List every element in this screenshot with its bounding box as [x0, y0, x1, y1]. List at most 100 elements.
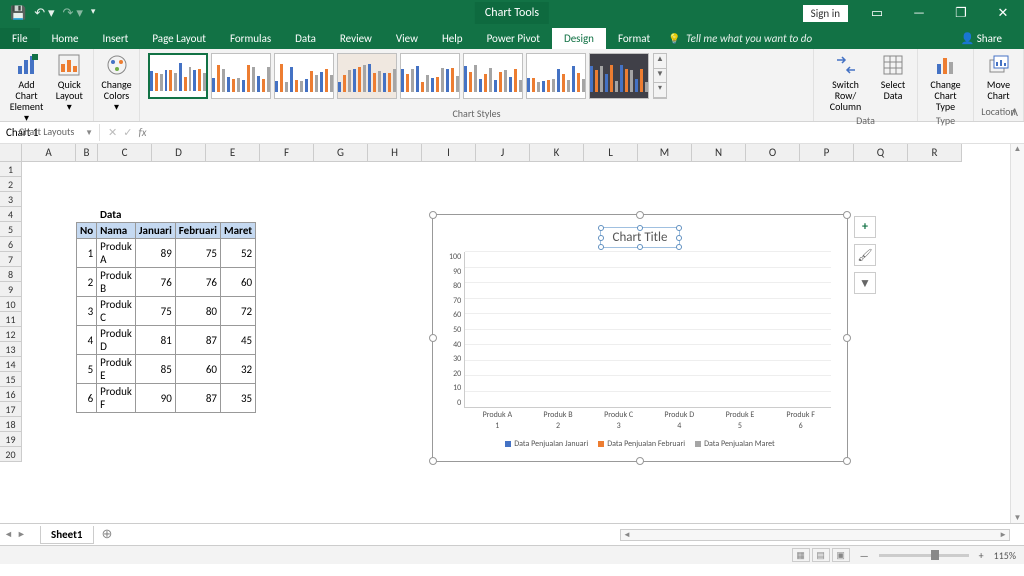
zoom-out-button[interactable]: —	[860, 549, 869, 562]
chart-legend[interactable]: Data Penjualan Januari Data Penjualan Feb…	[441, 431, 839, 453]
ribbon-display-icon[interactable]: ▭	[856, 6, 898, 21]
tab-power-pivot[interactable]: Power Pivot	[475, 28, 552, 49]
save-icon[interactable]: 💾	[10, 6, 26, 21]
row-header-19[interactable]: 19	[0, 432, 22, 447]
change-colors-button[interactable]: Change Colors ▾	[95, 51, 137, 114]
row-header-4[interactable]: 4	[0, 207, 22, 222]
tab-page-layout[interactable]: Page Layout	[140, 28, 218, 49]
tab-view[interactable]: View	[384, 28, 430, 49]
table-row[interactable]: 1Produk A897552	[77, 239, 256, 268]
style-thumb-1[interactable]	[148, 53, 208, 99]
style-thumb-4[interactable]	[337, 53, 397, 99]
legend-item[interactable]: Data Penjualan Februari	[598, 439, 685, 449]
move-chart-button[interactable]: Move Chart	[978, 51, 1019, 103]
row-header-13[interactable]: 13	[0, 342, 22, 357]
row-header-1[interactable]: 1	[0, 162, 22, 177]
style-thumb-5[interactable]	[400, 53, 460, 99]
tab-data[interactable]: Data	[283, 28, 328, 49]
qat-customize-icon[interactable]: ▾	[91, 6, 96, 21]
col-header-D[interactable]: D	[152, 144, 206, 162]
col-header-C[interactable]: C	[98, 144, 152, 162]
tab-insert[interactable]: Insert	[91, 28, 141, 49]
zoom-level[interactable]: 115%	[994, 549, 1016, 562]
page-layout-view-button[interactable]: ▤	[812, 548, 830, 562]
redo-icon[interactable]: ↷ ▾	[63, 6, 83, 21]
legend-item[interactable]: Data Penjualan Januari	[505, 439, 588, 449]
add-chart-element-button[interactable]: Add Chart Element ▾	[4, 51, 50, 125]
chart-plot-area[interactable]: 1009080706050403020100	[441, 252, 839, 408]
worksheet-grid[interactable]: ABCDEFGHIJKLMNOPQR 123456789101112131415…	[0, 144, 1024, 523]
chart-elements-button[interactable]: +	[854, 216, 876, 238]
row-header-8[interactable]: 8	[0, 267, 22, 282]
col-header-N[interactable]: N	[692, 144, 746, 162]
table-row[interactable]: 5Produk E856032	[77, 355, 256, 384]
signin-button[interactable]: Sign in	[803, 5, 848, 22]
select-data-button[interactable]: Select Data	[873, 51, 913, 114]
col-header-K[interactable]: K	[530, 144, 584, 162]
table-row[interactable]: 2Produk B767660	[77, 268, 256, 297]
col-header-F[interactable]: F	[260, 144, 314, 162]
styles-scroll[interactable]: ▲▼▾	[653, 53, 667, 99]
chart-bars[interactable]	[464, 252, 831, 408]
minimize-icon[interactable]: —	[898, 6, 940, 21]
tab-help[interactable]: Help	[430, 28, 475, 49]
chart-title[interactable]: Chart Title	[600, 227, 681, 248]
enter-formula-icon[interactable]: ✓	[123, 126, 132, 139]
tab-formulas[interactable]: Formulas	[218, 28, 283, 49]
col-header-E[interactable]: E	[206, 144, 260, 162]
vertical-scrollbar[interactable]: ▲ ▼	[1010, 144, 1024, 523]
col-header-M[interactable]: M	[638, 144, 692, 162]
fx-icon[interactable]: fx	[138, 126, 146, 139]
col-header-P[interactable]: P	[800, 144, 854, 162]
row-header-10[interactable]: 10	[0, 297, 22, 312]
normal-view-button[interactable]: ▦	[792, 548, 810, 562]
col-header-B[interactable]: B	[76, 144, 98, 162]
cancel-formula-icon[interactable]: ✕	[108, 126, 117, 139]
row-header-16[interactable]: 16	[0, 387, 22, 402]
legend-item[interactable]: Data Penjualan Maret	[695, 439, 775, 449]
row-header-6[interactable]: 6	[0, 237, 22, 252]
row-header-5[interactable]: 5	[0, 222, 22, 237]
col-header-O[interactable]: O	[746, 144, 800, 162]
chart-object[interactable]: Chart Title 1009080706050403020100 Produ…	[432, 214, 848, 462]
row-header-18[interactable]: 18	[0, 417, 22, 432]
switch-row-column-button[interactable]: Switch Row/ Column	[818, 51, 873, 114]
chart-styles-button[interactable]: 🖌	[854, 244, 876, 266]
style-thumb-8[interactable]	[589, 53, 649, 99]
col-header-L[interactable]: L	[584, 144, 638, 162]
row-header-9[interactable]: 9	[0, 282, 22, 297]
col-header-A[interactable]: A	[22, 144, 76, 162]
zoom-slider[interactable]	[879, 554, 969, 557]
row-header-7[interactable]: 7	[0, 252, 22, 267]
row-header-3[interactable]: 3	[0, 192, 22, 207]
quick-layout-button[interactable]: Quick Layout ▾	[49, 51, 89, 125]
row-header-14[interactable]: 14	[0, 357, 22, 372]
share-button[interactable]: 👤 Share	[949, 28, 1014, 49]
col-header-J[interactable]: J	[476, 144, 530, 162]
maximize-icon[interactable]: ❐	[940, 6, 982, 21]
tellme-input[interactable]: Tell me what you want to do	[662, 28, 812, 49]
row-header-17[interactable]: 17	[0, 402, 22, 417]
collapse-ribbon-icon[interactable]: ᐱ	[1011, 106, 1018, 119]
change-chart-type-button[interactable]: Change Chart Type	[922, 51, 969, 114]
row-header-15[interactable]: 15	[0, 372, 22, 387]
close-icon[interactable]: ✕	[982, 6, 1024, 21]
style-thumb-2[interactable]	[211, 53, 271, 99]
row-header-2[interactable]: 2	[0, 177, 22, 192]
sheet-tab-1[interactable]: Sheet1	[40, 526, 94, 544]
col-header-H[interactable]: H	[368, 144, 422, 162]
row-header-11[interactable]: 11	[0, 312, 22, 327]
style-thumb-6[interactable]	[463, 53, 523, 99]
tab-file[interactable]: File	[0, 28, 40, 49]
select-all-corner[interactable]	[0, 144, 22, 162]
tab-format[interactable]: Format	[606, 28, 662, 49]
row-header-20[interactable]: 20	[0, 447, 22, 462]
sheet-nav-prev[interactable]: ◄	[4, 529, 13, 540]
page-break-view-button[interactable]: ▣	[832, 548, 850, 562]
table-row[interactable]: 6Produk F908735	[77, 384, 256, 413]
horizontal-scrollbar[interactable]: ◄ ►	[620, 529, 1010, 541]
style-thumb-3[interactable]	[274, 53, 334, 99]
style-thumb-7[interactable]	[526, 53, 586, 99]
undo-icon[interactable]: ↶ ▾	[34, 6, 54, 21]
table-row[interactable]: 4Produk D818745	[77, 326, 256, 355]
